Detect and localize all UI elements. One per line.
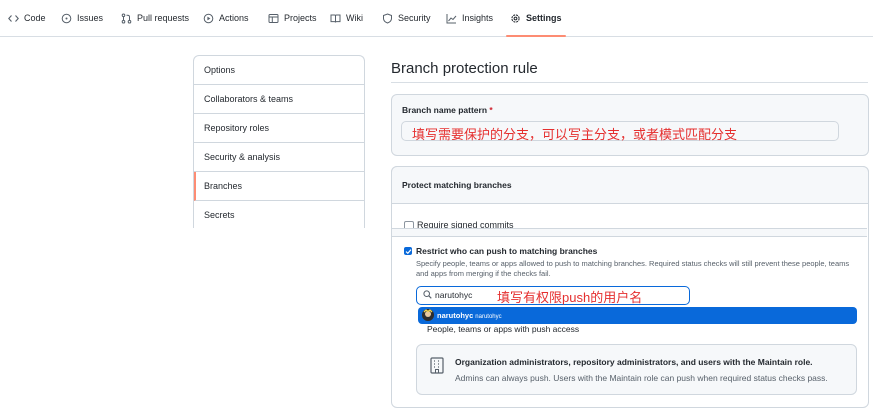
tab-label: Wiki — [346, 13, 363, 23]
issue-opened-icon — [61, 13, 72, 24]
tab-label: Security — [398, 13, 431, 23]
tab-label: Code — [24, 13, 46, 23]
code-icon — [8, 13, 19, 24]
sidebar-item-repository-roles[interactable]: Repository roles — [194, 114, 364, 143]
tab-issues[interactable]: Issues — [61, 0, 103, 36]
org-admins-title: Organization administrators, repository … — [455, 357, 813, 367]
tab-wiki[interactable]: Wiki — [330, 0, 363, 36]
search-value: narutohyc — [435, 290, 473, 300]
page-title: Branch protection rule — [391, 60, 538, 77]
push-access-label: People, teams or apps with push access — [427, 324, 580, 334]
tab-code[interactable]: Code — [8, 0, 46, 36]
tab-settings[interactable]: Settings — [506, 0, 565, 37]
tab-label: Issues — [77, 13, 104, 23]
tab-security[interactable]: Security — [382, 0, 431, 36]
search-annotation: 填写有权限push的用户名 — [497, 290, 643, 305]
tab-label: Actions — [219, 13, 249, 23]
graph-icon — [446, 13, 457, 24]
section-gap — [392, 228, 867, 237]
tab-label: Projects — [284, 13, 317, 23]
restrict-push-description: Specify people, teams or apps allowed to… — [416, 259, 850, 278]
sidebar-item-branches[interactable]: Branches — [194, 172, 364, 201]
sidebar-item-label: Branches — [204, 181, 243, 191]
sidebar-item-label: Security & analysis — [204, 152, 281, 162]
check-icon — [405, 248, 411, 254]
title-divider — [391, 82, 868, 83]
organization-icon — [430, 357, 444, 376]
suggestion-user: narutohyc narutohyc — [437, 311, 502, 320]
org-admins-description: Admins can always push. Users with the M… — [455, 373, 828, 383]
branch-pattern-label-text: Branch name pattern — [402, 105, 488, 115]
sidebar-item-secrets[interactable]: Secrets — [194, 201, 364, 228]
tab-pull-requests[interactable]: Pull requests — [121, 0, 189, 36]
protect-title: Protect matching branches — [402, 180, 512, 190]
sidebar-item-security-analysis[interactable]: Security & analysis — [194, 143, 364, 172]
sidebar-item-label: Options — [204, 65, 236, 75]
tab-label: Pull requests — [137, 13, 190, 23]
sidebar-item-options[interactable]: Options — [194, 56, 364, 85]
pattern-annotation: 填写需要保护的分支，可以写主分支，或者模式匹配分支 — [412, 127, 738, 142]
search-icon — [423, 290, 432, 301]
tab-label: Insights — [462, 13, 494, 23]
play-icon — [203, 13, 214, 24]
git-pull-request-icon — [121, 13, 132, 24]
tab-projects[interactable]: Projects — [268, 0, 317, 36]
signed-commits-label: Require signed commits — [417, 220, 514, 228]
tab-insights[interactable]: Insights — [446, 0, 493, 36]
avatar — [422, 309, 434, 321]
settings-sidebar: Options Collaborators & teams Repository… — [193, 55, 365, 228]
suggestion-login: narutohyc — [475, 314, 502, 320]
org-admins-box — [416, 344, 857, 395]
restrict-push-label: Restrict who can push to matching branch… — [416, 246, 598, 256]
book-icon — [330, 13, 341, 24]
shield-icon — [382, 12, 393, 24]
suggestion-username: narutohyc — [437, 311, 474, 320]
sidebar-item-collaborators[interactable]: Collaborators & teams — [194, 85, 364, 114]
tab-label: Settings — [526, 13, 562, 23]
branch-pattern-label: Branch name pattern * — [402, 105, 493, 115]
table-icon — [268, 13, 279, 24]
sidebar-item-label: Collaborators & teams — [204, 94, 294, 104]
repo-nav: Code Issues Pull requests Actions Projec… — [0, 0, 873, 37]
gear-icon — [510, 13, 521, 24]
tab-actions[interactable]: Actions — [203, 0, 249, 36]
restrict-push-checkbox[interactable] — [404, 247, 412, 255]
sidebar-item-label: Repository roles — [204, 123, 270, 133]
required-mark: * — [489, 105, 493, 115]
sidebar-item-label: Secrets — [204, 210, 235, 220]
